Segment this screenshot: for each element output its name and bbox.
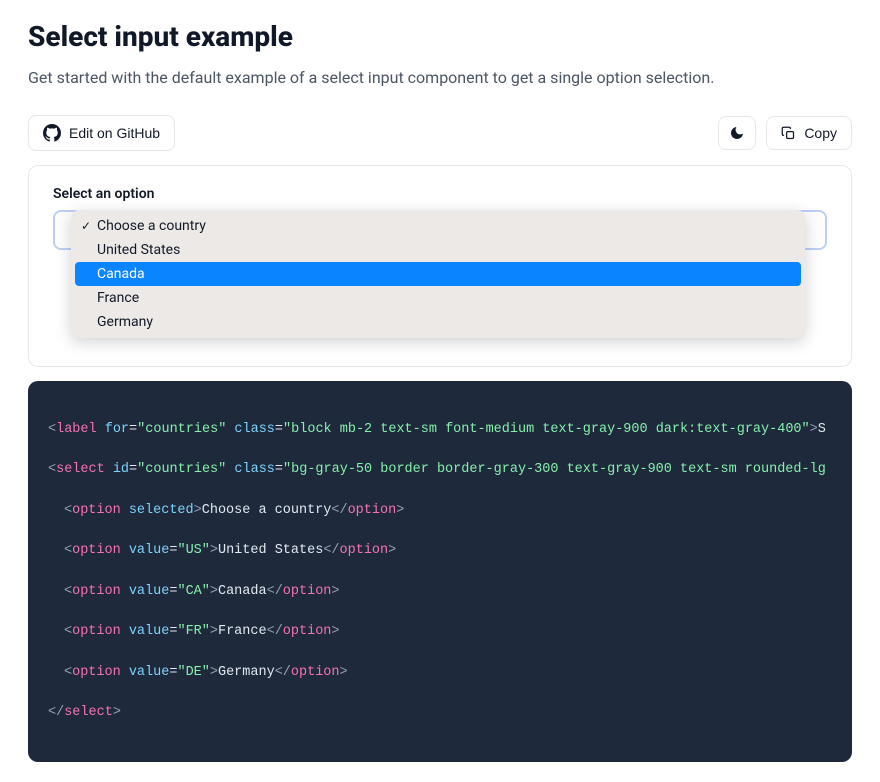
option-label: Choose a country bbox=[97, 218, 206, 234]
select-label: Select an option bbox=[53, 186, 827, 202]
option-choose-country[interactable]: ✓ Choose a country bbox=[75, 214, 801, 238]
check-icon: ✓ bbox=[79, 219, 93, 233]
toolbar: Edit on GitHub Copy bbox=[28, 115, 852, 151]
select-dropdown: ✓ Choose a country United States Canada … bbox=[71, 210, 805, 338]
option-france[interactable]: France bbox=[75, 286, 801, 310]
edit-on-github-button[interactable]: Edit on GitHub bbox=[28, 115, 175, 151]
page-title: Select input example bbox=[28, 20, 852, 53]
code-line: <option selected>Choose a country</optio… bbox=[48, 501, 832, 521]
toolbar-right: Copy bbox=[718, 116, 852, 150]
option-label: France bbox=[97, 290, 139, 306]
option-germany[interactable]: Germany bbox=[75, 310, 801, 334]
copy-icon bbox=[781, 126, 796, 141]
option-canada[interactable]: Canada bbox=[75, 262, 801, 286]
dark-mode-toggle[interactable] bbox=[718, 116, 756, 150]
edit-on-github-label: Edit on GitHub bbox=[69, 125, 160, 141]
code-line: <select id="countries" class="bg-gray-50… bbox=[48, 460, 832, 480]
code-line: </select> bbox=[48, 703, 832, 723]
option-label: Canada bbox=[97, 266, 145, 282]
copy-label: Copy bbox=[804, 125, 837, 141]
code-line: <label for="countries" class="block mb-2… bbox=[48, 420, 832, 440]
moon-icon bbox=[729, 125, 745, 141]
code-line: <option value="CA">Canada</option> bbox=[48, 582, 832, 602]
option-united-states[interactable]: United States bbox=[75, 238, 801, 262]
preview-card: Select an option ✓ Choose a country Unit… bbox=[28, 165, 852, 367]
code-line: <option value="FR">France</option> bbox=[48, 622, 832, 642]
github-icon bbox=[43, 124, 61, 142]
code-line: <option value="US">United States</option… bbox=[48, 541, 832, 561]
page-description: Get started with the default example of … bbox=[28, 67, 852, 89]
option-label: Germany bbox=[97, 314, 153, 330]
code-block: <label for="countries" class="block mb-2… bbox=[28, 381, 852, 761]
option-label: United States bbox=[97, 242, 180, 258]
copy-button[interactable]: Copy bbox=[766, 116, 852, 150]
code-line: <option value="DE">Germany</option> bbox=[48, 663, 832, 683]
